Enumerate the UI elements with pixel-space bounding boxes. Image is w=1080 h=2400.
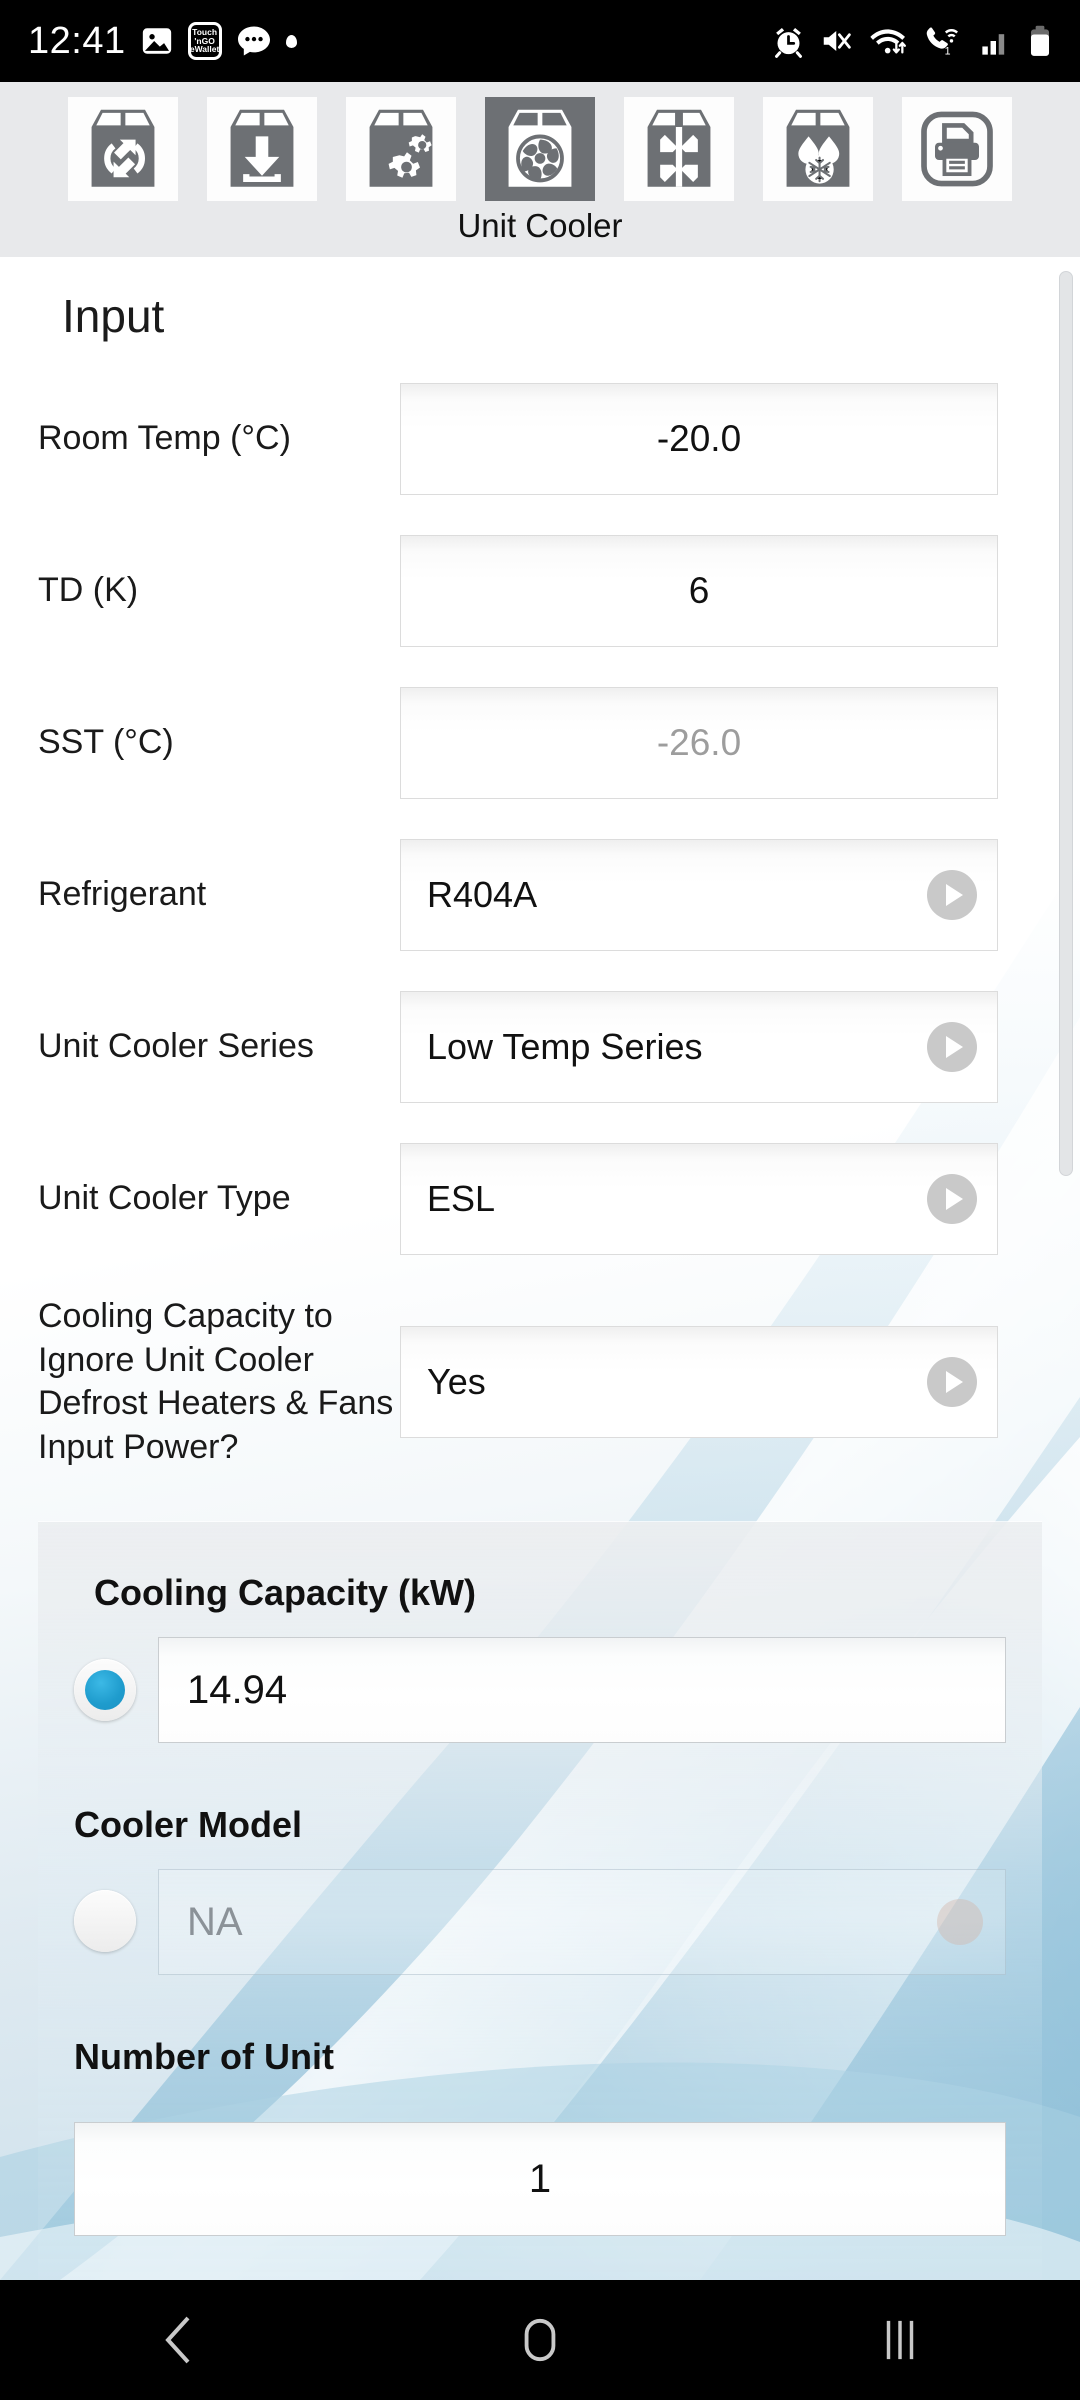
- toolbar-button-box-gears[interactable]: [346, 97, 456, 201]
- status-bar-left: 12:41 Touch 'nGO eWallet: [28, 20, 297, 63]
- label-unit-cooler-series: Unit Cooler Series: [38, 1027, 314, 1066]
- chevron-right-icon[interactable]: [927, 1174, 977, 1224]
- chevron-right-icon[interactable]: [937, 1899, 983, 1945]
- dropdown-refrigerant[interactable]: R404A: [400, 839, 998, 951]
- alarm-icon: [775, 27, 802, 58]
- label-ignore-defrost: Cooling Capacity to Ignore Unit Cooler D…: [38, 1297, 394, 1466]
- value-refrigerant: R404A: [427, 874, 538, 915]
- radio-cooling-capacity[interactable]: [74, 1659, 136, 1721]
- chevron-right-icon[interactable]: [927, 1022, 977, 1072]
- value-unit-cooler-type: ESL: [427, 1178, 496, 1219]
- toolbar-button-box-fan[interactable]: [485, 97, 595, 201]
- home-icon: [524, 2318, 556, 2362]
- label-refrigerant: Refrigerant: [38, 875, 207, 914]
- battery-icon: [1030, 25, 1050, 56]
- phone-screen: 12:41 Touch 'nGO eWallet 1 Unit Cooler I…: [0, 0, 1080, 2400]
- toolbar-button-box-compress[interactable]: [624, 97, 734, 201]
- input-number-of-unit[interactable]: 1: [74, 2122, 1006, 2236]
- chevron-right-icon[interactable]: [927, 1357, 977, 1408]
- selection-card: Cooling Capacity (kW) 14.94 Cooler Model…: [38, 1521, 1042, 2280]
- toolbar-button-box-defrost[interactable]: [763, 97, 873, 201]
- input-room-temp[interactable]: -20.0: [400, 383, 998, 495]
- value-unit-cooler-series: Low Temp Series: [427, 1026, 703, 1067]
- label-td: TD (K): [38, 571, 139, 610]
- field-row-sst: SST (°C) -26.0: [0, 687, 1080, 799]
- wifi-data-icon: [870, 29, 906, 54]
- value-sst: -26.0: [656, 722, 742, 763]
- value-cooler-model: NA: [187, 1899, 243, 1944]
- messages-icon: [237, 26, 270, 56]
- field-row-unit-cooler-series: Unit Cooler Series Low Temp Series: [0, 991, 1080, 1103]
- chevron-right-icon[interactable]: [927, 870, 977, 920]
- value-ignore-defrost: Yes: [427, 1361, 486, 1403]
- value-td: 6: [688, 570, 710, 611]
- dropdown-unit-cooler-type[interactable]: ESL: [400, 1143, 998, 1255]
- value-room-temp: -20.0: [656, 418, 742, 459]
- back-icon: [165, 2316, 190, 2364]
- label-sst: SST (°C): [38, 723, 174, 762]
- input-td[interactable]: 6: [400, 535, 998, 647]
- android-nav-bar: [0, 2280, 1080, 2400]
- radio-cooler-model[interactable]: [74, 1890, 136, 1952]
- heading-cooling-capacity: Cooling Capacity (kW): [94, 1572, 477, 1613]
- field-row-ignore-defrost: Cooling Capacity to Ignore Unit Cooler D…: [0, 1295, 1080, 1469]
- recents-icon: [886, 2320, 914, 2360]
- field-row-refrigerant: Refrigerant R404A: [0, 839, 1080, 951]
- status-clock: 12:41: [28, 19, 126, 62]
- dropdown-cooler-model[interactable]: NA: [158, 1869, 1006, 1975]
- notification-dot-icon: [285, 34, 297, 48]
- label-unit-cooler-type: Unit Cooler Type: [38, 1179, 291, 1218]
- tng-line-3: eWallet: [189, 44, 220, 55]
- toolbar-button-box-download[interactable]: [207, 97, 317, 201]
- form-scroll-area[interactable]: Input Room Temp (°C) -20.0 TD (K) 6 SST …: [0, 257, 1080, 2280]
- wifi-calling-icon: 1: [926, 27, 958, 57]
- nav-back-button[interactable]: [100, 2280, 260, 2400]
- nav-home-button[interactable]: [460, 2280, 620, 2400]
- dropdown-unit-cooler-series[interactable]: Low Temp Series: [400, 991, 998, 1103]
- value-cooling-capacity: 14.94: [187, 1667, 288, 1712]
- heading-number-of-unit: Number of Unit: [74, 2036, 334, 2077]
- dropdown-ignore-defrost[interactable]: Yes: [400, 1326, 998, 1439]
- field-row-unit-cooler-type: Unit Cooler Type ESL: [0, 1143, 1080, 1255]
- status-bar-right: 1: [772, 25, 1052, 58]
- value-number-of-unit: 1: [528, 2156, 552, 2201]
- photo-icon: [142, 28, 171, 54]
- signal-bars-icon: [982, 34, 1005, 55]
- toolbar-button-row: [0, 82, 1080, 201]
- nav-recents-button[interactable]: [820, 2280, 980, 2400]
- input-sst: -26.0: [400, 687, 998, 799]
- toolbar-button-box-refresh[interactable]: [68, 97, 178, 201]
- app-toolbar: Unit Cooler: [0, 82, 1080, 257]
- field-row-td: TD (K) 6: [0, 535, 1080, 647]
- status-bar: 12:41 Touch 'nGO eWallet 1: [0, 0, 1080, 82]
- toolbar-button-printer[interactable]: [902, 97, 1012, 201]
- label-room-temp: Room Temp (°C): [38, 419, 291, 458]
- wifi-calling-badge: 1: [945, 45, 951, 57]
- field-row-room-temp: Room Temp (°C) -20.0: [0, 383, 1080, 495]
- touch-n-go-wallet-icon: Touch 'nGO eWallet: [187, 22, 222, 60]
- page-title: Input: [62, 290, 165, 342]
- vertical-scrollbar[interactable]: [1059, 271, 1073, 1176]
- mute-vibrate-icon: [823, 31, 851, 51]
- heading-cooler-model: Cooler Model: [74, 1804, 303, 1845]
- input-cooling-capacity[interactable]: 14.94: [158, 1637, 1006, 1743]
- toolbar-title: Unit Cooler: [457, 207, 623, 244]
